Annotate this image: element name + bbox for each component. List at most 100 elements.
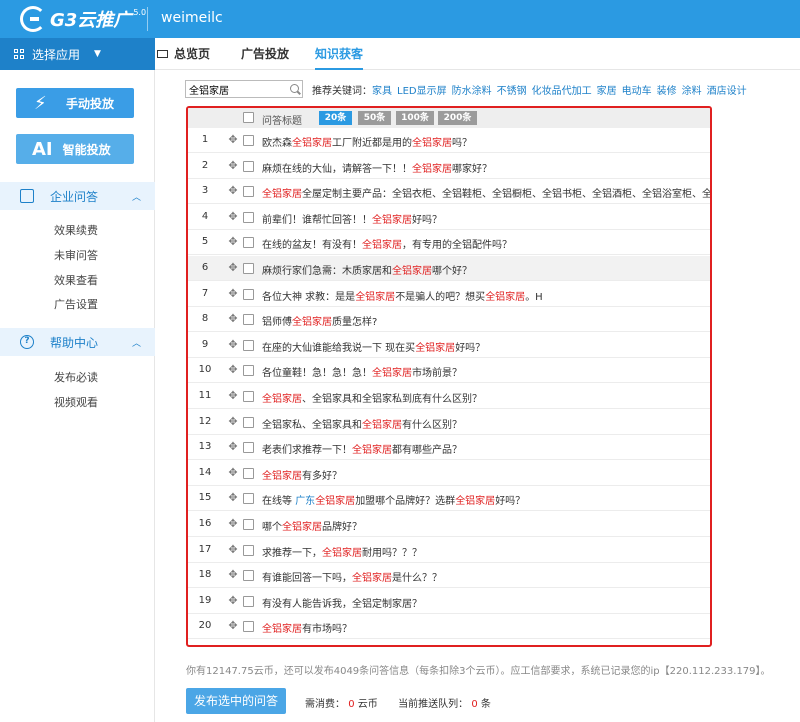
drag-move-icon[interactable]: ✥ (228, 467, 238, 478)
drag-move-icon[interactable]: ✥ (228, 390, 238, 401)
keyword-link[interactable]: 涂料 (682, 86, 702, 97)
page-size-20[interactable]: 20条 (319, 111, 352, 125)
row-checkbox[interactable] (243, 314, 254, 326)
keyword-link[interactable]: 防水涂料 (452, 86, 492, 97)
question-title[interactable]: 在线的盆友！有没有！全铝家居，有专用的全铝配件吗？ (262, 236, 512, 251)
question-title[interactable]: 麻烦行家们急需：木质家居和全铝家居哪个好？ (262, 262, 472, 277)
table-row[interactable]: 11 ✥ 全铝家居、全铝家具和全铝家私到底有什么区别？ (188, 384, 710, 409)
keyword-link[interactable]: 不锈钢 (497, 86, 527, 97)
drag-move-icon[interactable]: ✥ (228, 569, 238, 580)
row-checkbox[interactable] (243, 391, 254, 402)
sidebar-item-must-read[interactable]: 发布必读 (54, 369, 98, 385)
menu-help-center[interactable]: ? 帮助中心 ︿ (0, 328, 155, 356)
table-row[interactable]: 17 ✥ 求推荐一下，全铝家居耐用吗？？？ (188, 538, 710, 563)
row-checkbox[interactable] (243, 467, 254, 479)
sidebar-item-unreviewed[interactable]: 未审问答 (54, 247, 98, 263)
menu-enterprise-qa[interactable]: 企业问答 ︿ (0, 182, 155, 210)
question-title[interactable]: 有谁能回答一下吗，全铝家居是什么？？ (262, 569, 442, 584)
table-row[interactable]: 6 ✥ 麻烦行家们急需：木质家居和全铝家居哪个好？ (188, 256, 710, 281)
drag-move-icon[interactable]: ✥ (228, 492, 238, 503)
question-title[interactable]: 有没有人能告诉我，全铝定制家居？ (262, 595, 422, 610)
page-size-50[interactable]: 50条 (358, 111, 391, 125)
row-checkbox[interactable] (243, 211, 254, 223)
search-icon[interactable] (290, 84, 299, 93)
row-checkbox[interactable] (243, 519, 254, 530)
page-size-100[interactable]: 100条 (396, 111, 434, 125)
row-checkbox[interactable] (243, 237, 254, 249)
select-app-dropdown[interactable]: 选择应用 ▼ (0, 38, 155, 70)
question-title[interactable]: 全铝家私、全铝家具和全铝家居有什么区别？ (262, 416, 462, 431)
sidebar-item-ad-settings[interactable]: 广告设置 (54, 296, 98, 312)
row-checkbox[interactable] (243, 595, 254, 607)
row-checkbox[interactable] (243, 339, 254, 351)
drag-move-icon[interactable]: ✥ (228, 211, 238, 222)
page-size-200[interactable]: 200条 (438, 111, 477, 125)
drag-move-icon[interactable]: ✥ (228, 313, 238, 324)
row-checkbox[interactable] (243, 160, 254, 172)
row-checkbox[interactable] (243, 263, 254, 274)
table-row[interactable]: 1 ✥ 欧杰森全铝家居工厂附近都是用的全铝家居吗？ (188, 128, 710, 153)
tab-knowledge[interactable]: 知识获客 (315, 38, 364, 70)
publish-selected-button[interactable]: 发布选中的问答 (186, 688, 286, 714)
drag-move-icon[interactable]: ✥ (228, 288, 238, 299)
tab-ad-delivery[interactable]: 广告投放 (241, 38, 289, 70)
question-title[interactable]: 求推荐一下，全铝家居耐用吗？？？ (262, 544, 422, 559)
drag-move-icon[interactable]: ✥ (228, 416, 238, 427)
row-checkbox[interactable] (243, 621, 254, 633)
question-title[interactable]: 全铝家居有多好？ (262, 467, 342, 482)
table-row[interactable]: 15 ✥ 在线等 广东全铝家居加盟哪个品牌好？选群全铝家居好吗？ (188, 486, 710, 512)
question-title[interactable]: 全铝家居有市场吗？ (262, 620, 352, 635)
table-row[interactable]: 8 ✥ 铝师傅全铝家居质量怎样? (188, 307, 710, 333)
table-row[interactable]: 3 ✥ 全铝家居全屋定制主要产品：全铝衣柜、全铝鞋柜、全铝橱柜、全铝书柜、全铝酒柜、… (188, 179, 710, 205)
select-all-checkbox[interactable] (243, 112, 254, 123)
question-title[interactable]: 全铝家居全屋定制主要产品：全铝衣柜、全铝鞋柜、全铝橱柜、全铝书柜、全铝酒柜、全铝… (262, 185, 710, 200)
drag-move-icon[interactable]: ✥ (228, 185, 238, 196)
tab-overview[interactable]: 总览页 (155, 38, 210, 70)
row-checkbox[interactable] (243, 416, 254, 428)
question-title[interactable]: 前辈们！谁帮忙回答！！全铝家居好吗？ (262, 211, 442, 226)
question-title[interactable]: 欧杰森全铝家居工厂附近都是用的全铝家居吗？ (262, 134, 472, 149)
table-row[interactable]: 18 ✥ 有谁能回答一下吗，全铝家居是什么？？ (188, 563, 710, 589)
question-title[interactable]: 全铝家居、全铝家具和全铝家私到底有什么区别？ (262, 390, 482, 405)
drag-move-icon[interactable]: ✥ (228, 441, 238, 452)
drag-move-icon[interactable]: ✥ (228, 262, 238, 273)
row-checkbox[interactable] (243, 544, 254, 556)
drag-move-icon[interactable]: ✥ (228, 620, 238, 631)
drag-move-icon[interactable]: ✥ (228, 595, 238, 606)
question-title[interactable]: 在座的大仙谁能给我说一下 现在买全铝家居好吗？ (262, 339, 485, 354)
question-title[interactable]: 各位大神 求教：是是全铝家居不是骗人的吧？想买全铝家居。H (262, 288, 543, 303)
logo[interactable]: G3云推广 5.0 (20, 6, 146, 32)
table-row[interactable]: 5 ✥ 在线的盆友！有没有！全铝家居，有专用的全铝配件吗？ (188, 230, 710, 256)
drag-move-icon[interactable]: ✥ (228, 236, 238, 247)
username[interactable]: weimeilc (161, 10, 223, 26)
question-title[interactable]: 麻烦在线的大仙，请解答一下！！全铝家居哪家好？ (262, 160, 492, 175)
drag-move-icon[interactable]: ✥ (228, 544, 238, 555)
sidebar-item-video[interactable]: 视频观看 (54, 394, 98, 410)
table-row[interactable]: 9 ✥ 在座的大仙谁能给我说一下 现在买全铝家居好吗？ (188, 333, 710, 358)
question-title[interactable]: 各位童鞋！急！急！急！全铝家居市场前景？ (262, 364, 462, 379)
manual-publish-button[interactable]: ⚡ 手动投放 (16, 88, 134, 118)
search-input[interactable] (186, 81, 286, 97)
row-checkbox[interactable] (243, 570, 254, 582)
question-title[interactable]: 老表们求推荐一下！全铝家居都有哪些产品？ (262, 441, 462, 456)
row-checkbox[interactable] (243, 135, 254, 146)
sidebar-item-renew[interactable]: 效果续费 (54, 222, 98, 238)
keyword-link[interactable]: LED显示屏 (397, 86, 447, 97)
table-row[interactable]: 13 ✥ 老表们求推荐一下！全铝家居都有哪些产品？ (188, 435, 710, 461)
table-row[interactable]: 20 ✥ 全铝家居有市场吗？ (188, 614, 710, 640)
row-checkbox[interactable] (243, 365, 254, 377)
table-row[interactable]: 4 ✥ 前辈们！谁帮忙回答！！全铝家居好吗？ (188, 205, 710, 230)
drag-move-icon[interactable]: ✥ (228, 134, 238, 145)
drag-move-icon[interactable]: ✥ (228, 518, 238, 529)
table-row[interactable]: 10 ✥ 各位童鞋！急！急！急！全铝家居市场前景？ (188, 358, 710, 384)
keyword-link[interactable]: 电动车 (622, 86, 652, 97)
row-checkbox[interactable] (243, 288, 254, 300)
keyword-link[interactable]: 装修 (657, 86, 677, 97)
drag-move-icon[interactable]: ✥ (228, 339, 238, 350)
question-title[interactable]: 哪个全铝家居品牌好？ (262, 518, 362, 533)
question-title[interactable]: 在线等 广东全铝家居加盟哪个品牌好？选群全铝家居好吗？ (262, 492, 525, 507)
table-row[interactable]: 7 ✥ 各位大神 求教：是是全铝家居不是骗人的吧？想买全铝家居。H (188, 282, 710, 307)
table-row[interactable]: 12 ✥ 全铝家私、全铝家具和全铝家居有什么区别？ (188, 410, 710, 435)
row-checkbox[interactable] (243, 493, 254, 505)
drag-move-icon[interactable]: ✥ (228, 364, 238, 375)
